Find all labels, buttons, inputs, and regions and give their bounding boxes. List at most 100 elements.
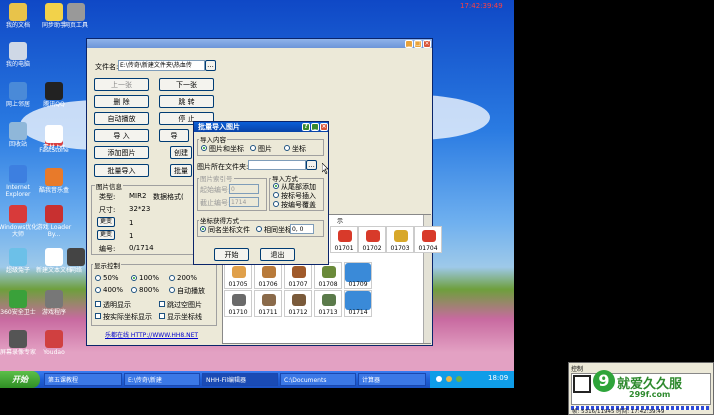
- method-overwrite-radio[interactable]: [273, 201, 279, 207]
- cell-label: 01707: [288, 281, 308, 288]
- import-button[interactable]: 导 入: [94, 129, 149, 142]
- content-coord-radio[interactable]: [284, 145, 290, 151]
- grid-cell[interactable]: 01710: [224, 290, 252, 317]
- prev-button[interactable]: 上一张: [94, 78, 149, 91]
- size-label: 尺寸:: [99, 206, 116, 214]
- coord-value-input[interactable]: 0, 0: [290, 224, 314, 234]
- batch-import-button[interactable]: 批量导入: [94, 164, 149, 177]
- skip-empty-checkbox[interactable]: [159, 301, 165, 307]
- zoom-100-radio[interactable]: [131, 275, 137, 281]
- top-clock: 17:42:39:49: [460, 2, 503, 10]
- grid-cell[interactable]: 01714: [344, 290, 372, 317]
- method-insert-radio[interactable]: [273, 192, 279, 198]
- size-value: 32*23: [129, 205, 151, 213]
- desktop-icon[interactable]: Youdao: [32, 330, 76, 356]
- grid-cell[interactable]: 01703: [386, 226, 414, 253]
- coord-file-radio[interactable]: [200, 226, 206, 232]
- task-editor[interactable]: NHH-Fil编辑器: [202, 373, 278, 386]
- grid-cell[interactable]: 01712: [284, 290, 312, 317]
- next-button[interactable]: 下一张: [159, 78, 214, 91]
- change-button-2[interactable]: 更变: [97, 230, 115, 240]
- desktop-icon[interactable]: 我的电脑: [0, 42, 40, 68]
- main-titlebar[interactable]: _ □ ×: [87, 39, 432, 48]
- dialog-minimize-icon[interactable]: _: [311, 123, 319, 131]
- desktop-icon[interactable]: 酷我音乐盒: [32, 168, 76, 194]
- grid-cell[interactable]: 01702: [358, 226, 386, 253]
- grid-cell[interactable]: 01704: [414, 226, 442, 253]
- grid-cell[interactable]: 01706: [254, 262, 282, 289]
- folder-browse-button[interactable]: ...: [306, 160, 317, 170]
- zoom-50-radio[interactable]: [95, 275, 101, 281]
- create-button[interactable]: 创建: [170, 146, 192, 159]
- exit-button[interactable]: 退出: [260, 248, 295, 261]
- start-button[interactable]: 开始: [214, 248, 249, 261]
- dialog-close-icon[interactable]: ×: [320, 123, 328, 131]
- close-icon[interactable]: ×: [423, 40, 431, 48]
- data-format-label: 数据格式(: [153, 193, 184, 201]
- desktop-icon[interactable]: 游戏程序: [32, 290, 76, 316]
- zoom-auto-radio[interactable]: [169, 287, 175, 293]
- task-lesson[interactable]: 第五课教程: [44, 373, 122, 386]
- website-link[interactable]: 乐都在线 HTTP://WWW.HH8.NET: [105, 330, 198, 339]
- file-path-input[interactable]: E:\传奇\新建文件夹\热血传: [118, 60, 205, 71]
- grid-cell[interactable]: 01711: [254, 290, 282, 317]
- sprite-thumbnail: [366, 230, 380, 242]
- browse-button[interactable]: ...: [205, 60, 216, 71]
- transparent-checkbox[interactable]: [95, 301, 101, 307]
- cell-label: 01709: [348, 281, 368, 288]
- desktop-icon[interactable]: 腾讯QQ: [32, 82, 76, 108]
- type-label: 类型:: [99, 193, 116, 201]
- change-button-1[interactable]: 更变: [97, 217, 115, 227]
- maximize-icon[interactable]: □: [414, 40, 422, 48]
- grid-cell[interactable]: 01705: [224, 262, 252, 289]
- desktop-icon-label: 游戏 Loader By...: [36, 224, 72, 238]
- folder-input[interactable]: [248, 160, 306, 170]
- end-input[interactable]: 1714: [229, 197, 259, 207]
- method-append-radio[interactable]: [273, 183, 279, 189]
- content-image-label: 图片: [258, 145, 272, 153]
- zoom-800-radio[interactable]: [131, 287, 137, 293]
- task-folder[interactable]: E:\传奇\新建: [124, 373, 200, 386]
- dialog-titlebar[interactable]: 批量导入图片 ? _ ×: [194, 122, 328, 132]
- coord-same-radio[interactable]: [256, 226, 262, 232]
- grid-cell[interactable]: 01713: [314, 290, 342, 317]
- grid-cell[interactable]: 01708: [314, 262, 342, 289]
- start-button-taskbar[interactable]: 开始: [0, 371, 40, 388]
- zoom-400-radio[interactable]: [95, 287, 101, 293]
- grid-cell[interactable]: 01707: [284, 262, 312, 289]
- desktop-icon-label: 腾讯QQ: [43, 101, 65, 108]
- grid-cell[interactable]: 01701: [330, 226, 358, 253]
- start-input[interactable]: 0: [229, 184, 259, 194]
- desktop-icon[interactable]: 游戏 Loader By...: [32, 205, 76, 238]
- delete-button[interactable]: 删 除: [94, 95, 149, 108]
- dialog-help-icon[interactable]: ?: [302, 123, 310, 131]
- content-image-coord-radio[interactable]: [201, 145, 207, 151]
- zoom-auto-label: 自动播放: [177, 287, 205, 295]
- task-calculator[interactable]: 计算器: [358, 373, 426, 386]
- batch-button[interactable]: 批量: [170, 164, 192, 177]
- desktop-icon[interactable]: 素材.txt: [32, 125, 76, 151]
- tray-security-icon[interactable]: [456, 376, 462, 382]
- cell-label: 01713: [318, 309, 338, 316]
- actual-coord-checkbox[interactable]: [95, 313, 101, 319]
- change-value-1: 1: [129, 219, 134, 227]
- index-label: 编号:: [99, 245, 116, 253]
- sprite-thumbnail: [292, 294, 306, 306]
- jump-button[interactable]: 跳 转: [159, 95, 214, 108]
- taskbar-clock: 18:09: [488, 374, 509, 382]
- desktop-icon[interactable]: 网页工具: [54, 3, 98, 29]
- task-documents[interactable]: C:\Documents: [280, 373, 356, 386]
- type-value: MIR2: [129, 192, 147, 200]
- coord-line-checkbox[interactable]: [159, 313, 165, 319]
- zoom-200-radio[interactable]: [169, 275, 175, 281]
- transparent-label: 透明显示: [103, 301, 131, 309]
- minimize-icon[interactable]: _: [405, 40, 413, 48]
- content-image-radio[interactable]: [250, 145, 256, 151]
- add-image-button[interactable]: 添加图片: [94, 146, 149, 159]
- tray-network-icon[interactable]: [446, 376, 452, 382]
- export-button[interactable]: 导: [159, 129, 189, 142]
- grid-cell[interactable]: 01709: [344, 262, 372, 289]
- tray-volume-icon[interactable]: [436, 376, 442, 382]
- autoplay-button[interactable]: 自动播放: [94, 112, 149, 125]
- method-overwrite-label: 按编号覆盖: [281, 201, 316, 209]
